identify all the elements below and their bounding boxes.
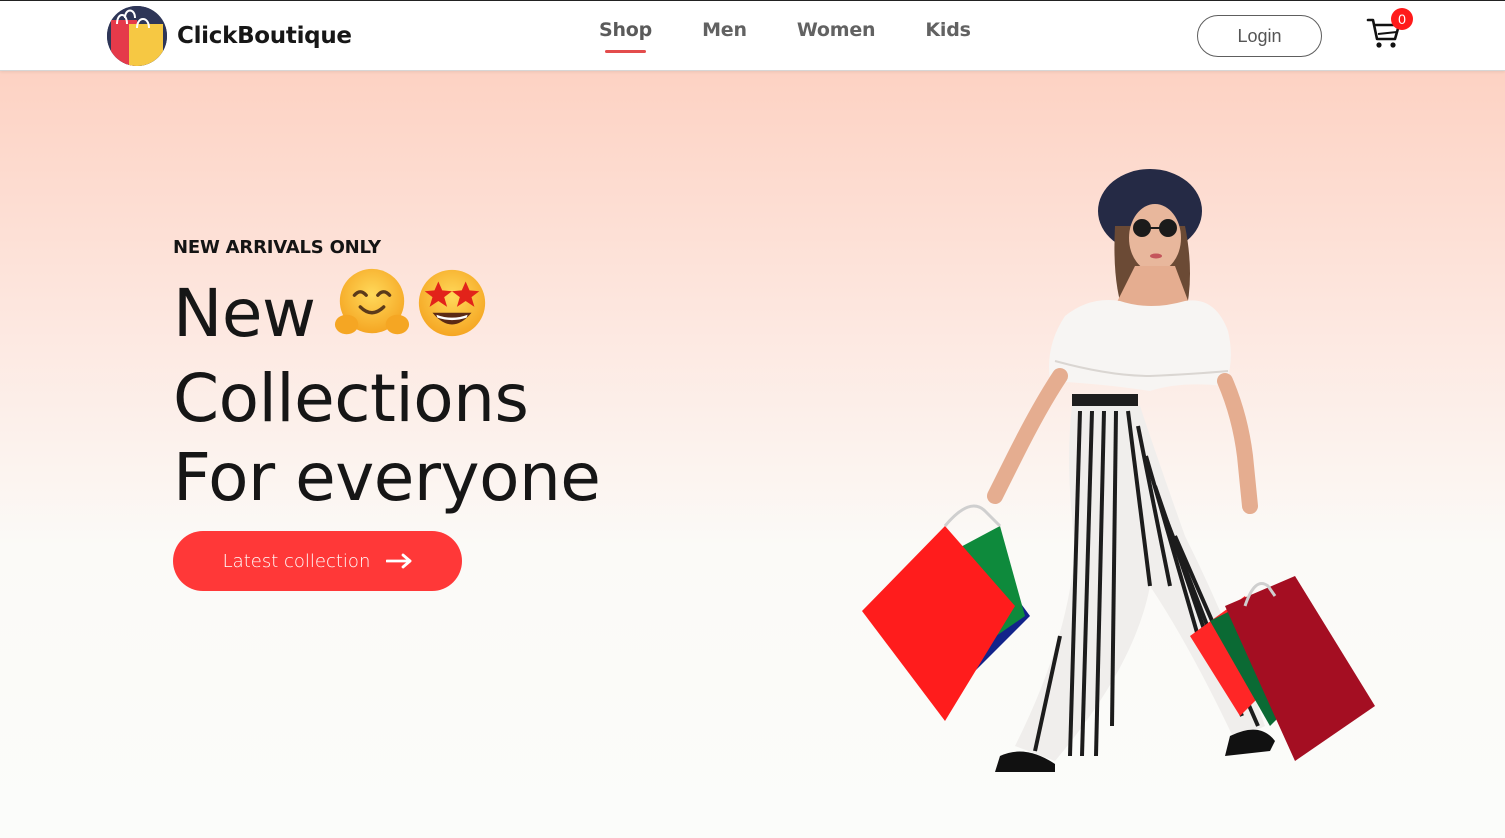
nav-item-kids[interactable]: Kids: [925, 19, 971, 41]
headline-line-1: New: [173, 264, 600, 359]
navbar: ClickBoutique Shop Men Women Kids Login …: [0, 0, 1505, 71]
hero-emojis: [333, 264, 493, 359]
hero-eyebrow: NEW ARRIVALS ONLY: [173, 237, 381, 258]
cta-label: Latest collection: [222, 550, 371, 572]
nav-item-men[interactable]: Men: [702, 19, 747, 41]
login-button[interactable]: Login: [1197, 15, 1322, 57]
headline-line-3: For everyone: [173, 439, 601, 516]
arrow-right-icon: [386, 553, 412, 569]
brand-name: ClickBoutique: [177, 23, 352, 49]
nav-item-label: Shop: [599, 19, 653, 41]
hero-section: NEW ARRIVALS ONLY New Collections For ev…: [0, 71, 1505, 838]
nav-item-label: Kids: [925, 19, 971, 41]
nav-item-women[interactable]: Women: [797, 19, 876, 41]
nav-item-shop[interactable]: Shop: [599, 19, 653, 53]
cart-button[interactable]: 0: [1366, 8, 1416, 53]
nav-item-label: Women: [796, 19, 876, 41]
headline-line-2: Collections: [173, 360, 529, 437]
hero-headline: New Collections For everyone: [173, 264, 601, 517]
active-nav-underline: [605, 50, 647, 53]
nav-menu: Shop Men Women Kids: [599, 19, 1021, 53]
hero-model-image: [862, 169, 1375, 772]
nav-item-label: Men: [702, 19, 747, 41]
cart-count-badge: 0: [1391, 8, 1413, 30]
hugging-face-emoji-icon: [335, 268, 410, 335]
shopping-bags-logo-icon: [107, 6, 167, 66]
star-struck-emoji-icon: [419, 269, 486, 337]
latest-collection-button[interactable]: Latest collection: [173, 531, 462, 591]
brand[interactable]: ClickBoutique: [107, 6, 352, 66]
